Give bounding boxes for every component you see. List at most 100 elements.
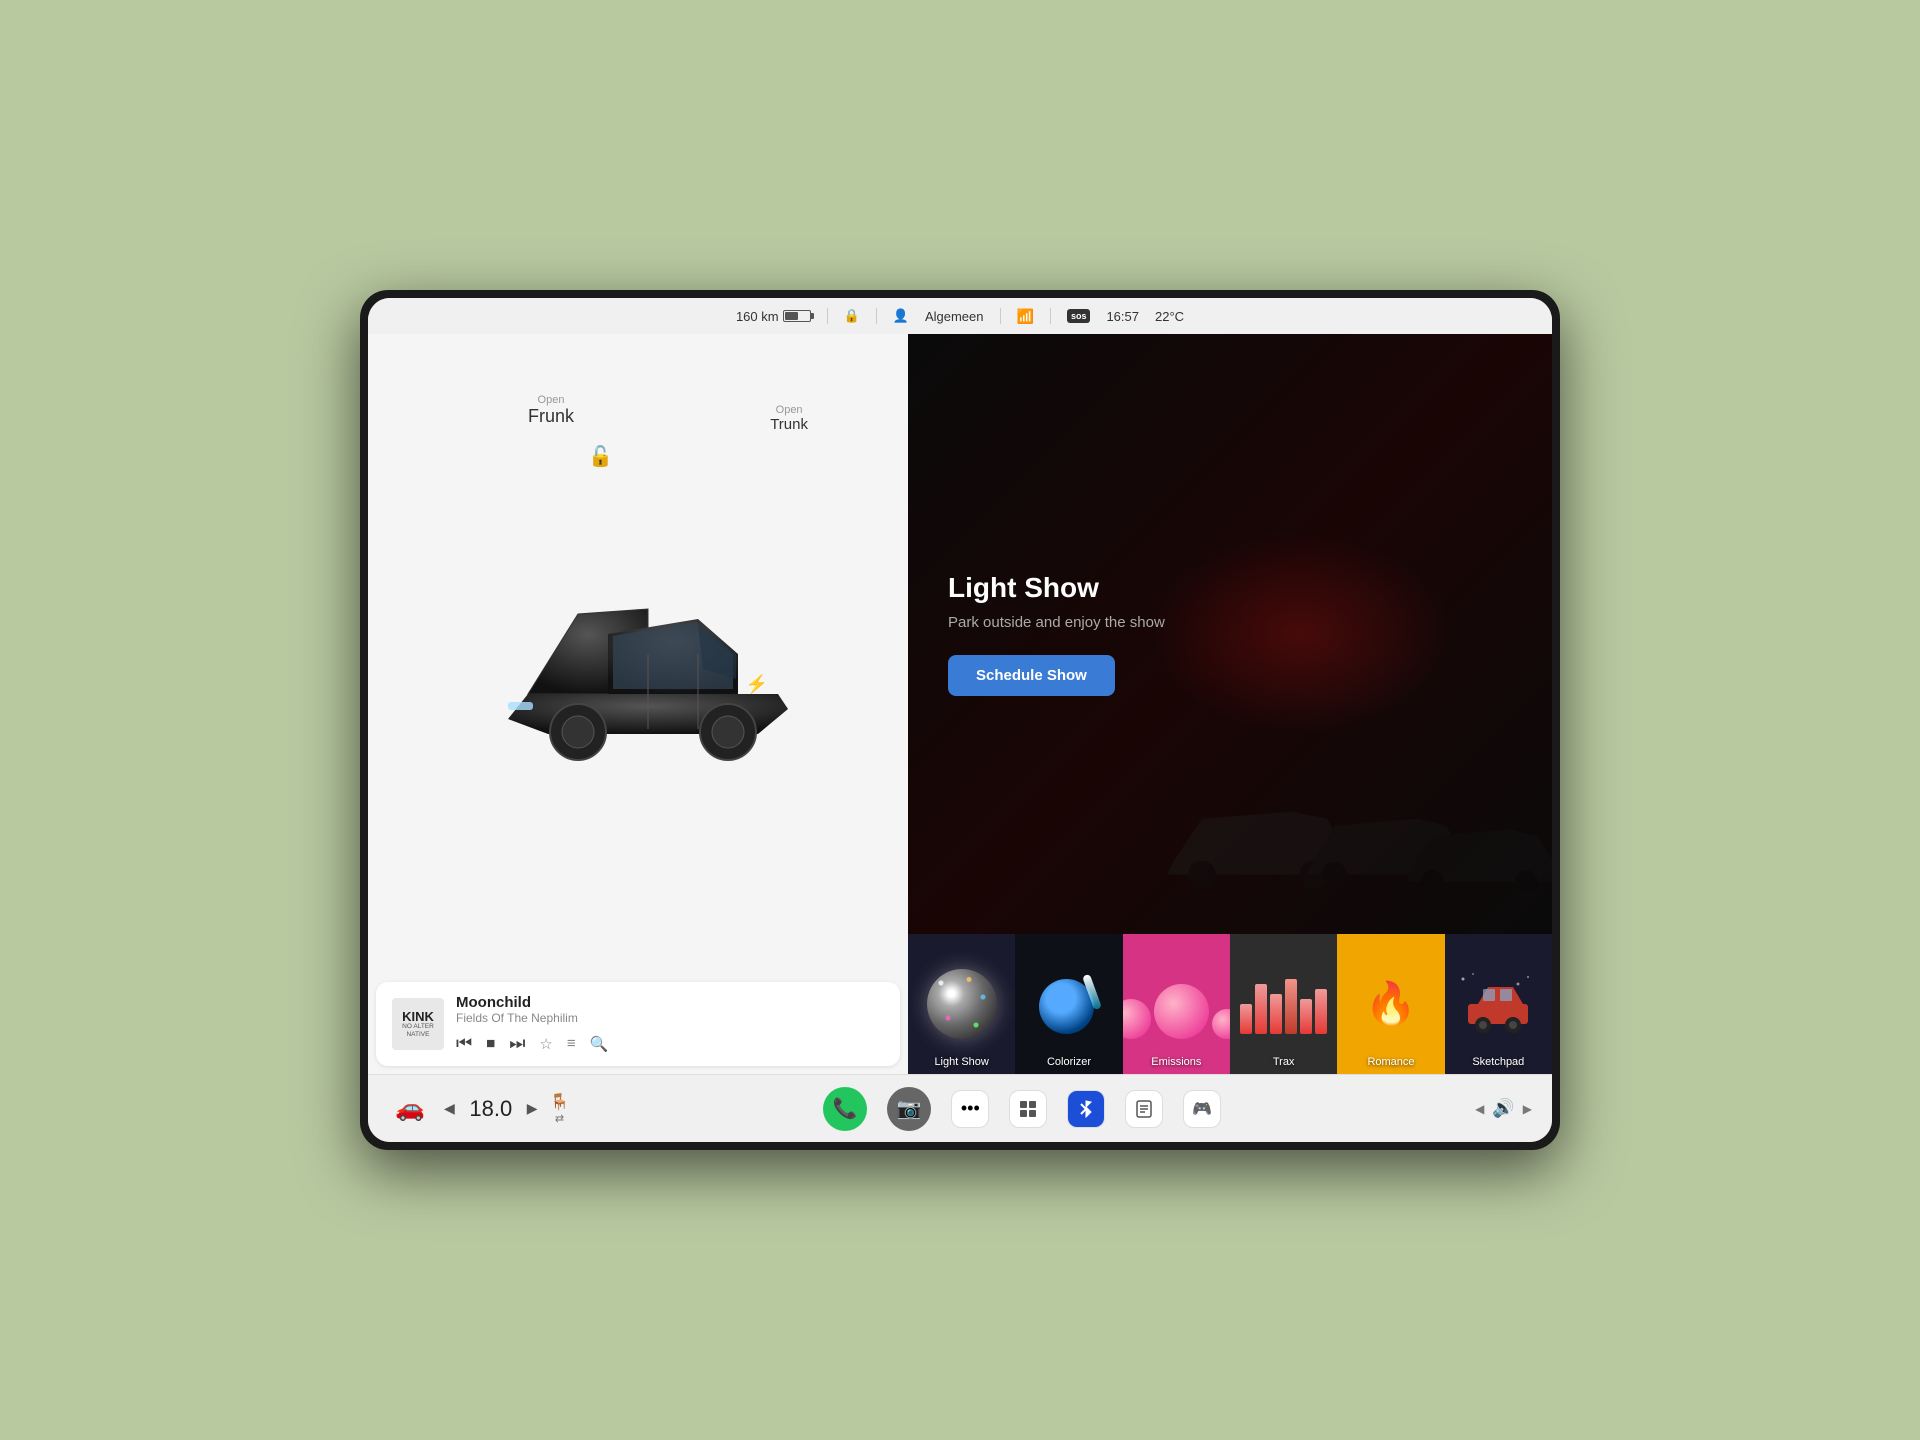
romance-bg: 🔥 — [1337, 934, 1444, 1074]
next-button[interactable]: ⏭ — [509, 1033, 525, 1054]
lightshow-label: Light Show — [908, 1056, 1015, 1068]
trax-bar-2 — [1255, 984, 1267, 1034]
profile-name: Algemeen — [925, 309, 984, 324]
favorite-button[interactable]: ☆ — [539, 1035, 552, 1053]
battery-indicator: 160 km — [736, 309, 811, 324]
status-sep-1 — [827, 308, 828, 324]
equalizer-button[interactable]: ≡ — [567, 1035, 576, 1052]
radio-station-logo: KINK NO ALTERNATIVE — [392, 998, 444, 1050]
volume-controls: ◀ 🔊 ▶ — [1475, 1098, 1532, 1119]
trax-bar-3 — [1270, 994, 1282, 1034]
song-title: Moonchild — [456, 994, 884, 1011]
disco-ball-icon — [927, 969, 997, 1039]
light-show-card: Light Show Park outside and enjoy the sh… — [908, 334, 1552, 934]
bg-cars — [908, 334, 1552, 934]
sketchpad-label: Sketchpad — [1445, 1056, 1552, 1068]
prev-button[interactable]: ⏮ — [456, 1033, 472, 1054]
colorizer-visual — [1034, 969, 1104, 1039]
battery-bar — [783, 310, 811, 322]
taskbar-right: ◀ 🔊 ▶ — [1475, 1098, 1532, 1119]
trax-bar-4 — [1285, 979, 1297, 1034]
emissions-bg — [1123, 934, 1230, 1074]
search-button[interactable]: 🔍 — [590, 1035, 609, 1053]
taskbar: 🚗 ◀ 18.0 ▶ 🪑 ⇄ 📞 📷 ••• — [368, 1074, 1552, 1142]
notes-button[interactable] — [1125, 1090, 1163, 1128]
car-svg — [448, 554, 828, 794]
temp-value: 18.0 — [461, 1096, 521, 1122]
em-ball-2 — [1154, 984, 1209, 1039]
trax-bg — [1230, 934, 1337, 1074]
screen-wrapper: 160 km 🔒 👤 Algemeen 📶 sos 16:57 22°C — [360, 290, 1560, 1150]
main-content: Open Frunk 🔓 Open Trunk — [368, 334, 1552, 1074]
profile-icon: 👤 — [893, 308, 909, 324]
sos-badge: sos — [1067, 309, 1091, 323]
stop-button[interactable]: ⏹ — [486, 1033, 495, 1054]
apps-icon — [1019, 1100, 1037, 1118]
bg-cars-svg — [1153, 735, 1552, 934]
phone-button[interactable]: 📞 — [823, 1087, 867, 1131]
frunk-lock-icon[interactable]: 🔓 — [588, 444, 613, 469]
trax-visual — [1240, 974, 1327, 1034]
frunk-label-group: Open Frunk — [528, 394, 574, 427]
vol-prev-button[interactable]: ◀ — [1475, 1102, 1484, 1116]
disco-sparkle — [927, 969, 997, 1039]
car-view-button[interactable]: 🚗 — [388, 1087, 432, 1131]
app-tile-emissions[interactable]: Emissions — [1123, 934, 1230, 1074]
sketchpad-svg — [1458, 969, 1538, 1039]
trax-bar-5 — [1300, 999, 1312, 1034]
music-controls: ⏮ ⏹ ⏭ ☆ ≡ 🔍 — [456, 1033, 884, 1054]
trax-bar-6 — [1315, 989, 1327, 1034]
wifi-icon: 📶 — [1017, 308, 1034, 325]
status-bar: 160 km 🔒 👤 Algemeen 📶 sos 16:57 22°C — [368, 298, 1552, 334]
taskbar-left: 🚗 ◀ 18.0 ▶ 🪑 ⇄ — [388, 1087, 569, 1131]
right-panel: Light Show Park outside and enjoy the sh… — [908, 334, 1552, 1074]
car-area: Open Frunk 🔓 Open Trunk — [368, 334, 908, 974]
app-tile-lightshow[interactable]: Light Show — [908, 934, 1015, 1074]
song-info: Moonchild Fields Of The Nephilim ⏮ ⏹ ⏭ ☆… — [456, 994, 884, 1054]
screen-inner: 160 km 🔒 👤 Algemeen 📶 sos 16:57 22°C — [368, 298, 1552, 1142]
time-display: 16:57 — [1106, 309, 1139, 324]
emissions-label: Emissions — [1123, 1056, 1230, 1068]
lock-icon: 🔒 — [844, 308, 860, 324]
app-tile-trax[interactable]: Trax — [1230, 934, 1337, 1074]
temp-decrease-button[interactable]: ◀ — [444, 1100, 455, 1117]
left-panel: Open Frunk 🔓 Open Trunk — [368, 334, 908, 1074]
romance-label: Romance — [1337, 1056, 1444, 1068]
app-tile-colorizer[interactable]: Colorizer — [1015, 934, 1122, 1074]
app-tile-romance[interactable]: 🔥 Romance — [1337, 934, 1444, 1074]
apps-button[interactable] — [1009, 1090, 1047, 1128]
notes-icon — [1136, 1100, 1152, 1118]
music-player: KINK NO ALTERNATIVE Moonchild Fields Of … — [376, 982, 900, 1066]
toybox-button[interactable]: 🎮 — [1183, 1090, 1221, 1128]
trax-label: Trax — [1230, 1056, 1337, 1068]
status-sep-2 — [876, 308, 877, 324]
em-ball-3 — [1212, 1009, 1230, 1039]
trax-bar-1 — [1240, 1004, 1252, 1034]
red-glow — [1152, 534, 1452, 734]
vol-next-button[interactable]: ▶ — [1523, 1102, 1532, 1116]
station-sub: NO ALTERNATIVE — [402, 1023, 434, 1039]
seat-sub: ⇄ — [550, 1112, 570, 1125]
emissions-visual — [1123, 969, 1230, 1039]
seat-icon: 🪑 — [550, 1092, 570, 1112]
em-ball-1 — [1123, 999, 1151, 1039]
charge-icon: ⚡ — [746, 674, 768, 695]
sketchpad-bg — [1445, 934, 1552, 1074]
status-sep-3 — [1000, 308, 1001, 324]
status-sep-4 — [1050, 308, 1051, 324]
camera-button[interactable]: 📷 — [887, 1087, 931, 1131]
bluetooth-button[interactable] — [1067, 1090, 1105, 1128]
sketchpad-visual — [1458, 969, 1538, 1039]
temp-increase-button[interactable]: ▶ — [527, 1100, 538, 1117]
range-text: 160 km — [736, 309, 779, 324]
app-tile-sketchpad[interactable]: Sketchpad — [1445, 934, 1552, 1074]
temperature-display: 22°C — [1155, 309, 1184, 324]
app-grid: Light Show Colorizer — [908, 934, 1552, 1074]
seat-controls: 🪑 ⇄ — [550, 1092, 570, 1125]
bluetooth-icon — [1079, 1100, 1093, 1118]
more-button[interactable]: ••• — [951, 1090, 989, 1128]
romance-visual: 🔥 — [1356, 969, 1426, 1039]
colorizer-label: Colorizer — [1015, 1056, 1122, 1068]
colorizer-bg — [1015, 934, 1122, 1074]
battery-fill — [785, 312, 798, 320]
